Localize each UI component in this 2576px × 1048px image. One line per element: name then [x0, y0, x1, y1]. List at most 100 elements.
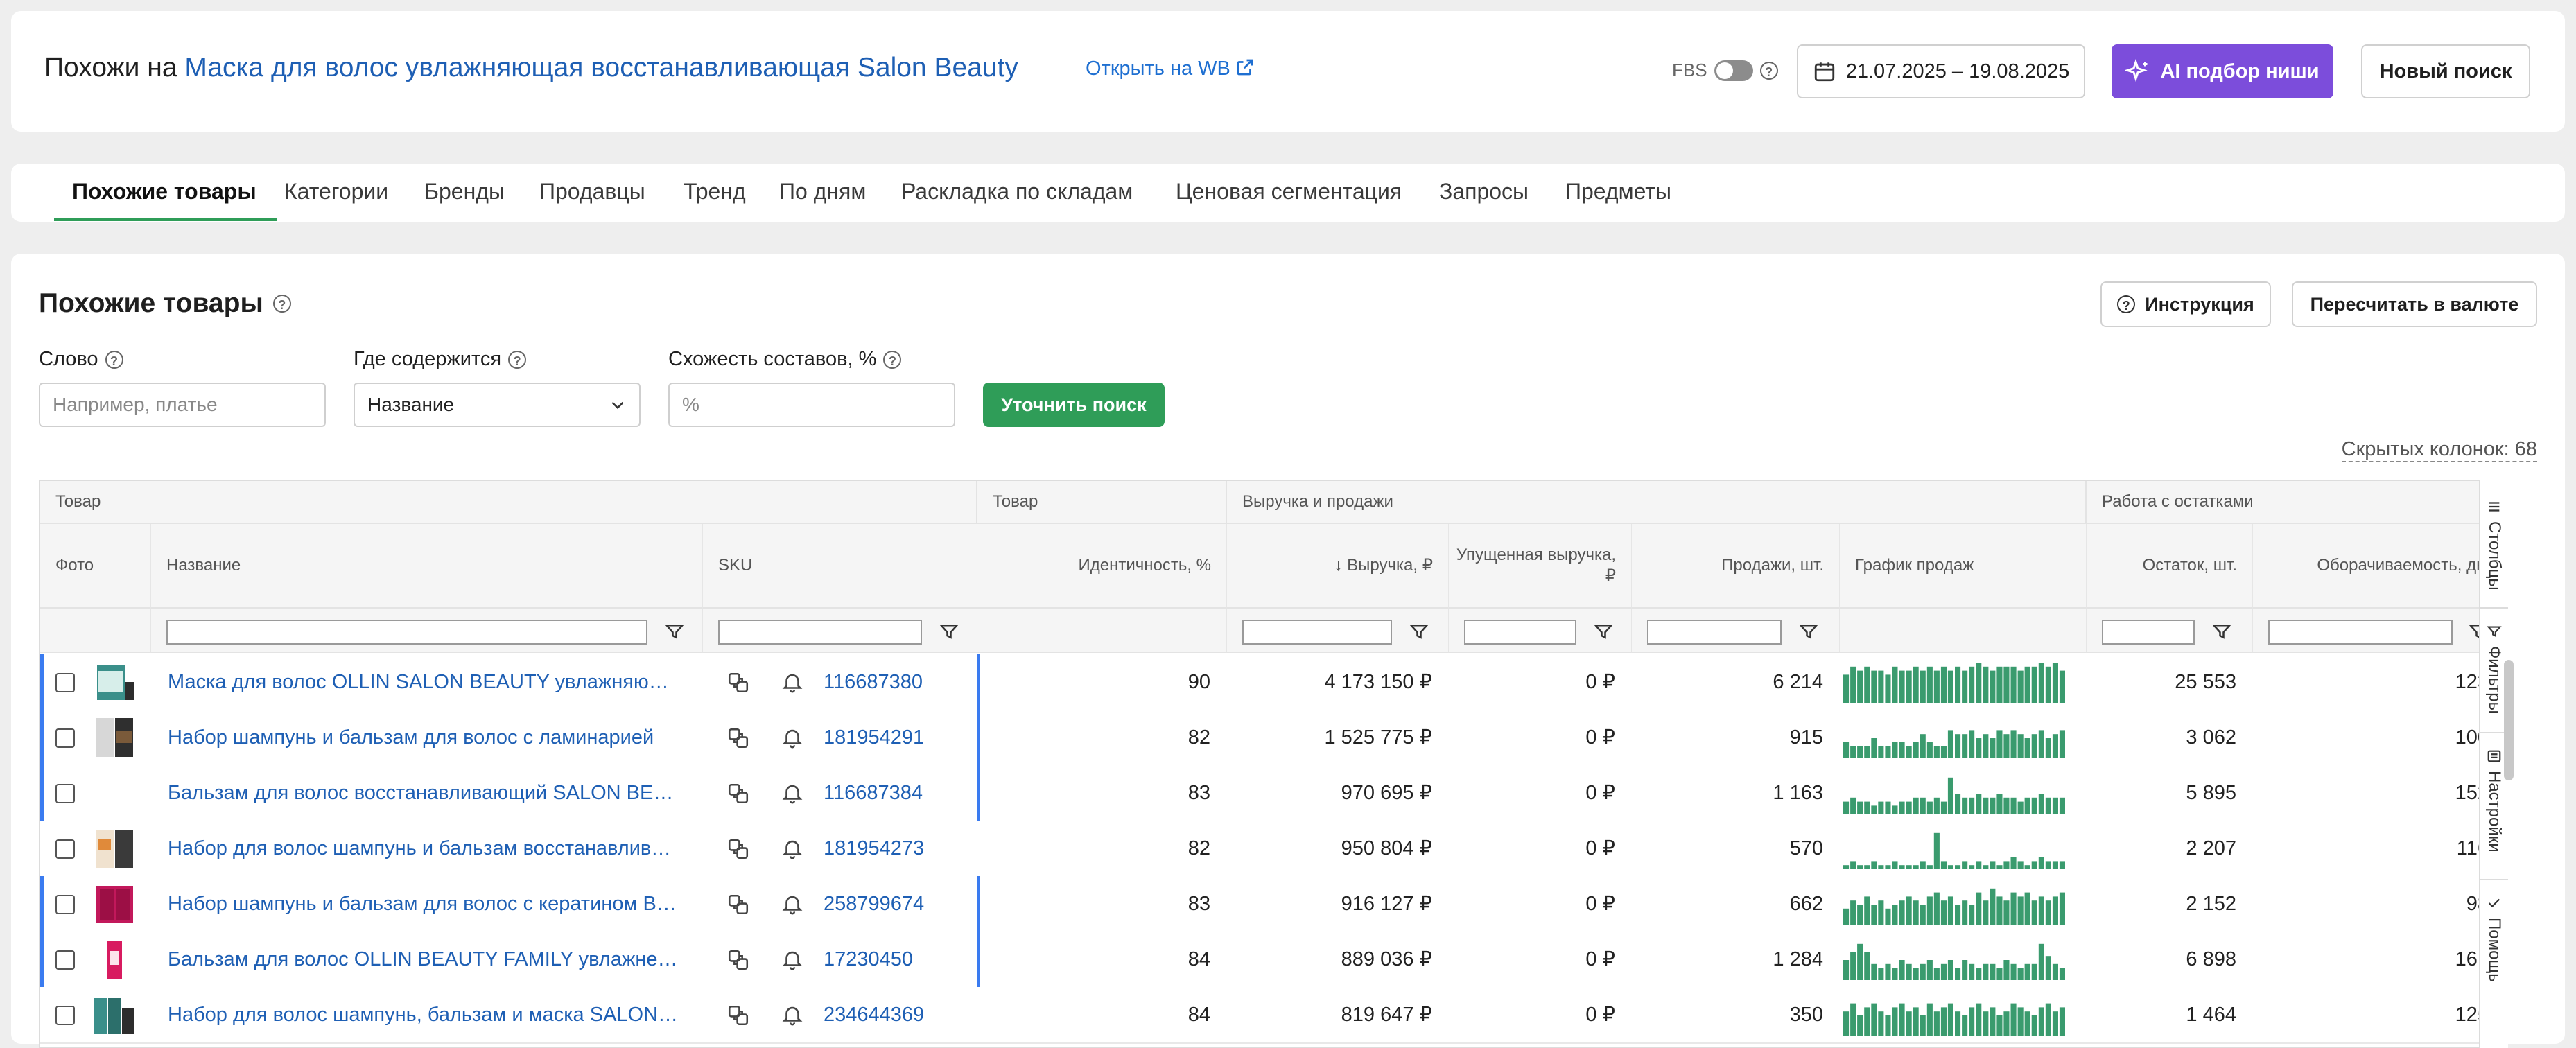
filter-icon[interactable]	[939, 621, 959, 642]
recalc-currency-button[interactable]: Пересчитать в валюте	[2292, 281, 2537, 327]
row-checkbox[interactable]	[55, 728, 75, 748]
sku-link[interactable]: 181954291	[824, 710, 924, 765]
rail-columns[interactable]: Столбцы	[2480, 480, 2508, 609]
sku-filter-input[interactable]	[718, 620, 922, 645]
word-input[interactable]: Например, платье	[39, 383, 326, 427]
open-wb-link[interactable]: Открыть на WB	[1086, 57, 1255, 80]
copy-icon[interactable]	[726, 1004, 750, 1027]
product-thumbnail[interactable]	[93, 717, 137, 758]
table-row[interactable]: Набор для волос шампунь и бальзам восста…	[40, 821, 2505, 877]
similarity-input[interactable]: %	[668, 383, 955, 427]
ai-niche-button[interactable]: AI подбор ниши	[2112, 44, 2333, 98]
product-thumbnail[interactable]	[93, 661, 137, 703]
bell-icon[interactable]	[781, 836, 804, 861]
product-thumbnail[interactable]	[93, 994, 137, 1036]
row-checkbox[interactable]	[55, 895, 75, 914]
instruction-button[interactable]: ? Инструкция	[2100, 281, 2271, 327]
turnover-filter-input[interactable]	[2268, 620, 2453, 645]
product-name-link[interactable]: Бальзам для волос OLLIN BEAUTY FAMILY ув…	[168, 932, 681, 987]
bell-icon[interactable]	[781, 780, 804, 805]
col-name[interactable]: Название	[151, 524, 703, 609]
row-checkbox[interactable]	[55, 950, 75, 970]
table-row[interactable]: Маска для волос OLLIN SALON BEAUTY увлаж…	[40, 654, 2505, 711]
sku-link[interactable]: 116687380	[824, 654, 923, 710]
hidden-columns-link[interactable]: Скрытых колонок: 68	[2341, 438, 2537, 462]
date-range-picker[interactable]: 21.07.2025 – 19.08.2025	[1797, 44, 2085, 98]
bell-icon[interactable]	[781, 725, 804, 750]
new-search-button[interactable]: Новый поиск	[2361, 44, 2530, 98]
sku-link[interactable]: 181954273	[824, 821, 924, 876]
bell-icon[interactable]	[781, 1002, 804, 1027]
filter-icon[interactable]	[1409, 621, 1429, 642]
help-icon[interactable]: ?	[508, 350, 527, 369]
product-name-link[interactable]: Набор для волос шампунь, бальзам и маска…	[168, 987, 681, 1042]
copy-icon[interactable]	[726, 837, 750, 861]
product-name-link[interactable]: Набор шампунь и бальзам для волос с кера…	[168, 876, 681, 932]
copy-icon[interactable]	[726, 948, 750, 972]
sku-link[interactable]: 234644369	[824, 987, 924, 1042]
copy-icon[interactable]	[726, 893, 750, 916]
copy-icon[interactable]	[726, 782, 750, 805]
sku-link[interactable]: 258799674	[824, 876, 924, 932]
sku-link[interactable]: 116687384	[824, 765, 923, 821]
lost-filter-input[interactable]	[1464, 620, 1576, 645]
product-name-link[interactable]: Набор шампунь и бальзам для волос с лами…	[168, 710, 681, 765]
copy-icon[interactable]	[726, 726, 750, 750]
filter-icon[interactable]	[664, 621, 685, 642]
where-select[interactable]: Название	[354, 383, 641, 427]
tab-queries[interactable]: Запросы	[1439, 179, 1529, 204]
product-thumbnail[interactable]	[93, 883, 137, 925]
rail-help[interactable]: Помощь	[2480, 880, 2508, 1005]
table-row[interactable]: Набор шампунь и бальзам для волос с кера…	[40, 876, 2505, 933]
help-icon[interactable]: ?	[1759, 61, 1778, 80]
bell-icon[interactable]	[781, 947, 804, 972]
col-lost-revenue[interactable]: Упущенная выручка, ₽	[1449, 524, 1632, 609]
product-name-link[interactable]: Маска для волос OLLIN SALON BEAUTY увлаж…	[168, 654, 681, 710]
col-stock[interactable]: Остаток, шт.	[2087, 524, 2253, 609]
table-row[interactable]: Бальзам для волос восстанавливающий SALO…	[40, 765, 2505, 822]
filter-icon[interactable]	[1798, 621, 1819, 642]
bell-icon[interactable]	[781, 891, 804, 916]
row-checkbox[interactable]	[55, 673, 75, 692]
filter-icon[interactable]	[1593, 621, 1614, 642]
col-turnover[interactable]: Оборачиваемость, дн.	[2253, 524, 2505, 609]
col-sales[interactable]: Продажи, шт.	[1632, 524, 1840, 609]
help-icon[interactable]: ?	[105, 350, 123, 369]
col-identity[interactable]: Идентичность, %	[977, 524, 1227, 609]
table-scrollbar[interactable]	[2504, 660, 2514, 780]
product-thumbnail[interactable]	[93, 828, 137, 869]
tab-trend[interactable]: Тренд	[684, 179, 746, 204]
product-name-link[interactable]: Набор для волос шампунь и бальзам восста…	[168, 821, 681, 876]
fbs-toggle[interactable]	[1714, 60, 1753, 81]
col-sku[interactable]: SKU	[703, 524, 977, 609]
help-icon[interactable]: ?	[272, 295, 291, 313]
sku-link[interactable]: 17230450	[824, 932, 913, 987]
stock-filter-input[interactable]	[2102, 620, 2195, 645]
tab-brands[interactable]: Бренды	[424, 179, 505, 204]
row-checkbox[interactable]	[55, 784, 75, 803]
product-name-link[interactable]: Бальзам для волос восстанавливающий SALO…	[168, 765, 681, 821]
sales-filter-input[interactable]	[1647, 620, 1782, 645]
bell-icon[interactable]	[781, 670, 804, 695]
help-icon[interactable]: ?	[883, 350, 902, 369]
product-thumbnail[interactable]	[93, 938, 137, 980]
col-revenue[interactable]: ↓ Выручка, ₽	[1227, 524, 1449, 609]
title-product-link[interactable]: Маска для волос увлажняющая восстанавлив…	[184, 53, 1018, 82]
tab-similar-products[interactable]: Похожие товары	[72, 179, 256, 204]
tab-subjects[interactable]: Предметы	[1565, 179, 1671, 204]
copy-icon[interactable]	[726, 671, 750, 695]
name-filter-input[interactable]	[166, 620, 647, 645]
row-checkbox[interactable]	[55, 1006, 75, 1025]
tab-price-segmentation[interactable]: Ценовая сегментация	[1176, 179, 1402, 204]
table-row[interactable]: Бальзам для волос OLLIN BEAUTY FAMILY ув…	[40, 932, 2505, 988]
table-row[interactable]: Набор шампунь и бальзам для волос с лами…	[40, 710, 2505, 767]
tab-by-days[interactable]: По дням	[779, 179, 866, 204]
table-row[interactable]: Набор для волос шампунь, бальзам и маска…	[40, 987, 2505, 1044]
tab-categories[interactable]: Категории	[284, 179, 388, 204]
filter-icon[interactable]	[2211, 621, 2232, 642]
revenue-filter-input[interactable]	[1242, 620, 1392, 645]
refine-search-button[interactable]: Уточнить поиск	[983, 383, 1165, 427]
tab-sellers[interactable]: Продавцы	[539, 179, 645, 204]
row-checkbox[interactable]	[55, 839, 75, 859]
tab-warehouses[interactable]: Раскладка по складам	[901, 179, 1133, 204]
